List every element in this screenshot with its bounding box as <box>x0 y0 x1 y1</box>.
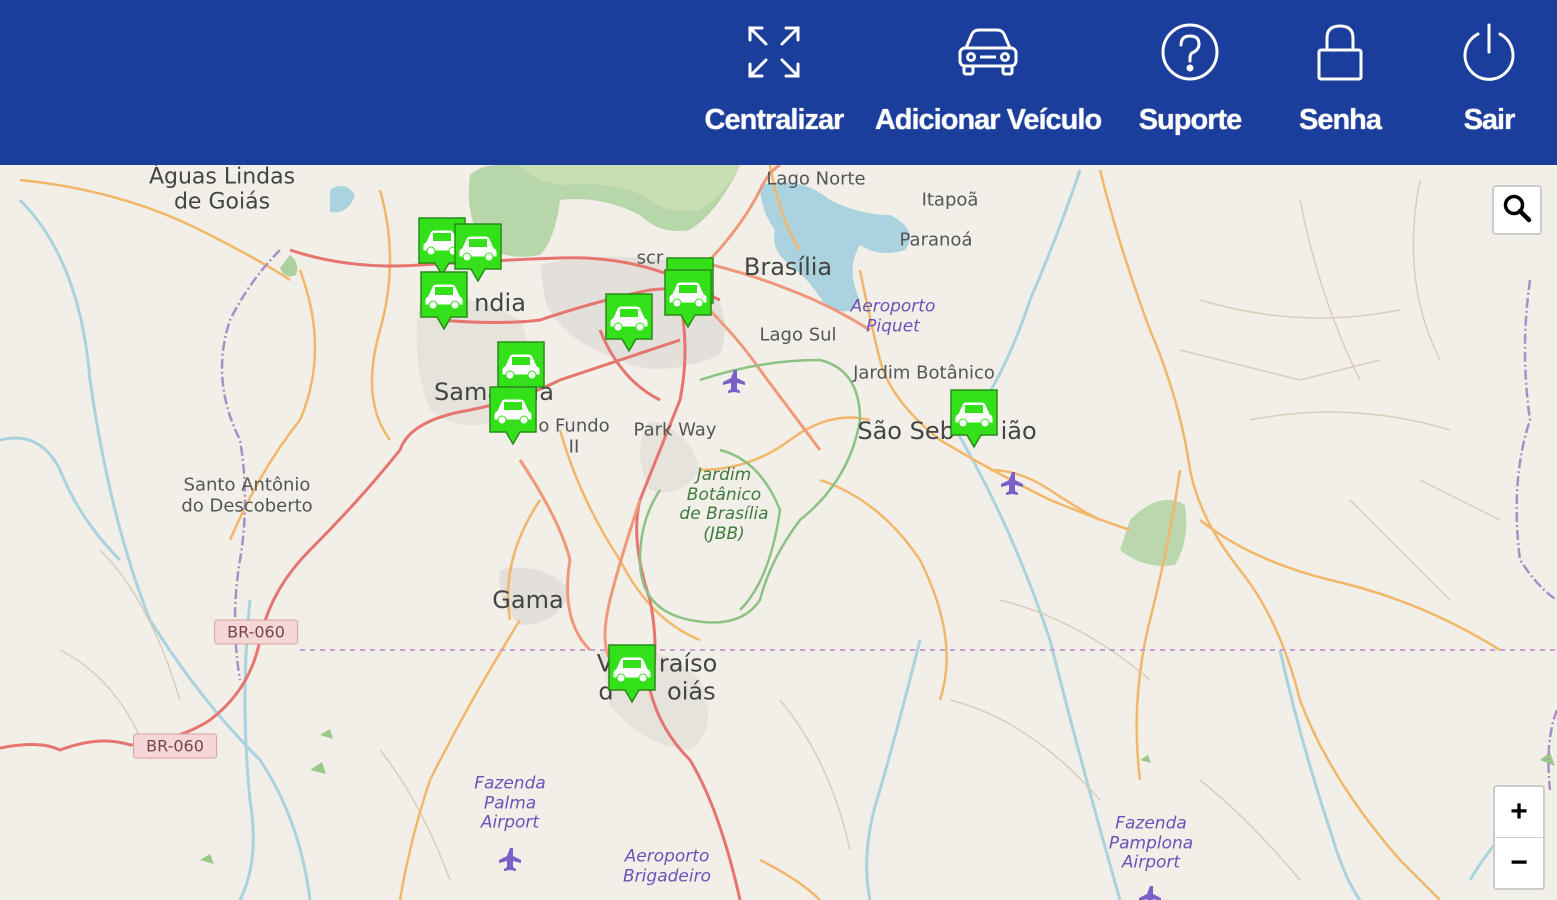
centralizar-button[interactable]: Centralizar <box>704 0 844 165</box>
place-label-lago-norte: Lago Norte <box>766 168 866 190</box>
suporte-button[interactable]: Suporte <box>1130 0 1250 165</box>
car-icon <box>664 269 712 329</box>
power-icon <box>1459 22 1519 82</box>
lock-icon <box>1315 22 1365 82</box>
place-label-estrutural: scr <box>636 247 664 269</box>
sair-label: Sair <box>1463 104 1516 136</box>
place-label-jardim-botanico: Jardim Botânico <box>853 362 995 384</box>
vehicle-marker[interactable] <box>606 642 658 706</box>
place-label-lago-sul: Lago Sul <box>759 324 837 346</box>
adicionar-veiculo-button[interactable]: Adicionar Veículo <box>874 0 1102 165</box>
place-label-park-way: Park Way <box>633 419 717 441</box>
place-label-paranoa: Paranoá <box>899 229 973 251</box>
car-icon <box>489 386 537 446</box>
zoom-in-button[interactable]: + <box>1495 787 1543 837</box>
map-view[interactable]: Águas Lindas de Goiás Lago Norte Itapoã … <box>0 165 1557 900</box>
vehicle-marker[interactable] <box>603 291 655 355</box>
place-label-jardim-botanico-brasilia: Jardim Botânico de Brasília (JBB) <box>679 464 769 544</box>
place-label-fazenda-palma: Fazenda Palma Airport <box>474 773 546 833</box>
car-icon <box>420 271 468 331</box>
place-label-aguas-lindas: Águas Lindas de Goiás <box>148 165 296 215</box>
help-circle-icon <box>1160 22 1220 82</box>
vehicle-marker[interactable] <box>948 387 1000 451</box>
place-label-fazenda-pamplona: Fazenda Pamplona Airport <box>1108 813 1194 873</box>
place-label-sao-sebastiao: São Seb ião <box>857 417 1037 446</box>
car-icon <box>956 22 1020 82</box>
car-icon <box>605 293 653 353</box>
place-label-gama: Gama <box>492 586 564 615</box>
place-label-aeroporto-piquet: Aeroporto Piquet <box>850 296 936 336</box>
vehicle-marker[interactable] <box>418 269 470 333</box>
vehicle-marker[interactable] <box>662 267 714 331</box>
sair-button[interactable]: Sair <box>1445 0 1533 165</box>
centralizar-label: Centralizar <box>704 104 845 136</box>
place-label-santo-antonio: Santo Antônio do Descoberto <box>181 474 313 516</box>
road-shield-br060: BR-060 <box>214 619 298 645</box>
senha-button[interactable]: Senha <box>1285 0 1395 165</box>
suporte-label: Suporte <box>1138 104 1243 136</box>
car-icon <box>608 644 656 704</box>
place-label-brasilia: Brasília <box>743 253 833 282</box>
map-search-button[interactable] <box>1492 185 1542 235</box>
expand-arrows-icon <box>744 22 804 82</box>
vehicle-marker[interactable] <box>487 384 539 448</box>
car-icon <box>950 389 998 449</box>
place-label-itapoa: Itapoã <box>921 189 979 211</box>
top-navigation-bar: Centralizar Adicionar Veículo Suporte Se… <box>0 0 1557 165</box>
search-icon <box>1502 193 1532 228</box>
place-label-ceilandia: ndia <box>474 289 526 318</box>
place-label-aeroporto-brigadeiro: Aeroporto Brigadeiro <box>623 846 711 886</box>
adicionar-veiculo-label: Adicionar Veículo <box>874 104 1102 136</box>
zoom-control: + − <box>1493 785 1545 890</box>
zoom-out-button[interactable]: − <box>1495 837 1543 888</box>
senha-label: Senha <box>1298 104 1382 136</box>
place-label-recanto: o Fundo II <box>538 415 610 457</box>
road-shield-br060: BR-060 <box>133 733 217 759</box>
